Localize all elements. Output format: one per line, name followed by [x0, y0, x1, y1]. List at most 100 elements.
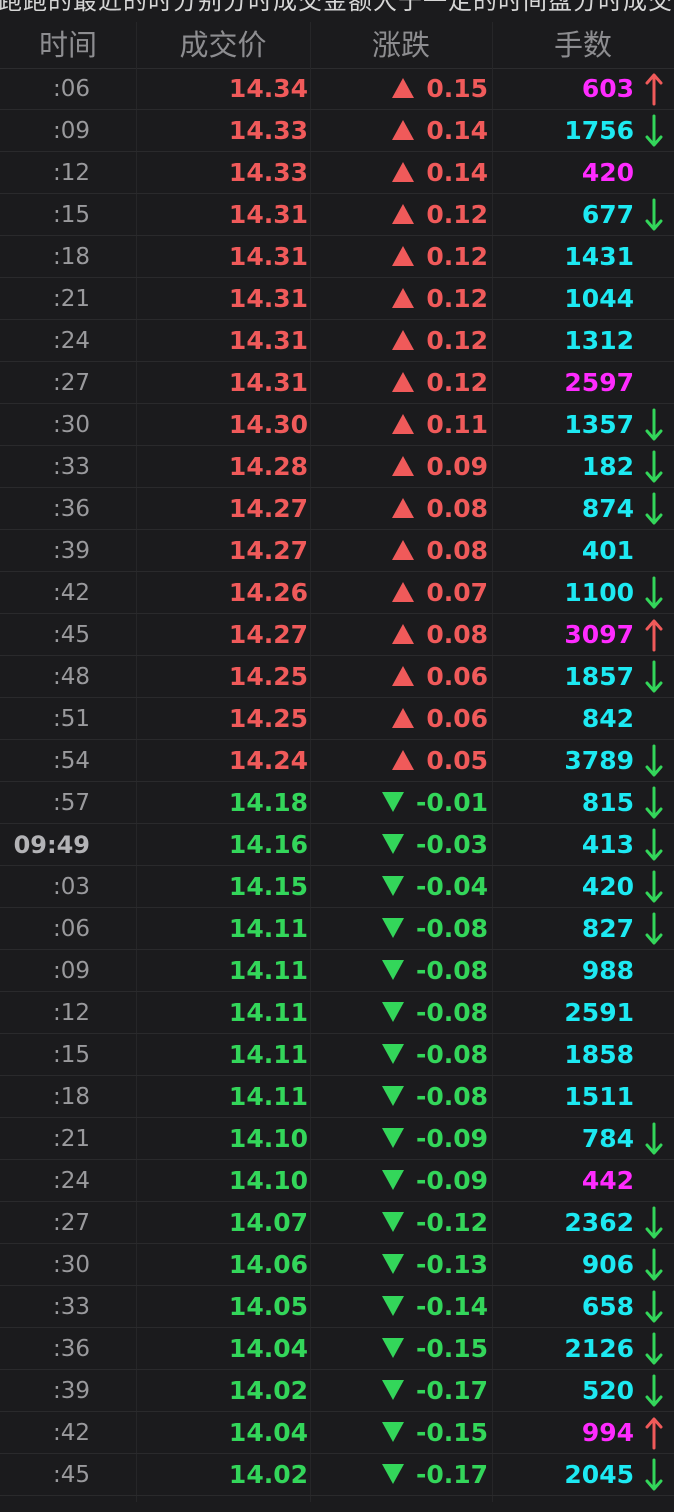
- table-row[interactable]: :21 14.10 -0.09 784: [0, 1118, 674, 1160]
- trade-time: :03: [52, 874, 90, 900]
- direction-arrow-slot: [640, 152, 668, 194]
- trade-price: 14.33: [228, 158, 308, 187]
- direction-arrow-slot: [640, 1454, 668, 1496]
- direction-arrow-slot: [640, 656, 668, 698]
- trade-volume: 677: [581, 200, 634, 229]
- arrow-down-icon: [645, 198, 663, 231]
- triangle-down-icon: [381, 1044, 404, 1064]
- table-row[interactable]: :36 14.04 -0.15 2126: [0, 1328, 674, 1370]
- trade-price: 14.31: [228, 368, 308, 397]
- trade-volume: 1431: [564, 242, 634, 271]
- trade-price: 14.34: [228, 74, 308, 103]
- table-row[interactable]: :24 14.10 -0.09 442: [0, 1160, 674, 1202]
- trade-volume: 1756: [564, 116, 634, 145]
- table-row[interactable]: :36 14.27 0.08 874: [0, 488, 674, 530]
- triangle-up-icon: [392, 582, 415, 602]
- table-row[interactable]: :54 14.24 0.05 3789: [0, 740, 674, 782]
- table-row[interactable]: :48 14.25 0.06 1857: [0, 656, 674, 698]
- trade-change-value: -0.15: [415, 1334, 488, 1363]
- trade-volume: 784: [581, 1124, 634, 1153]
- arrow-down-icon: [645, 576, 663, 609]
- trade-change-value: -0.12: [415, 1208, 488, 1237]
- trade-price: 14.30: [228, 410, 308, 439]
- top-cut-text-content: 跑跑的最近的时分别分时成交金额大于一定的时间盘分时成交: [0, 0, 673, 15]
- trade-volume: 3789: [564, 746, 634, 775]
- trade-volume: 815: [581, 788, 634, 817]
- table-row[interactable]: :39 14.27 0.08 401: [0, 530, 674, 572]
- table-row[interactable]: :45 14.02 -0.17 2045: [0, 1454, 674, 1496]
- trade-time: :18: [52, 244, 90, 270]
- table-row[interactable]: :12 14.11 -0.08 2591: [0, 992, 674, 1034]
- trade-price: 14.27: [228, 536, 308, 565]
- trade-volume: 420: [581, 158, 634, 187]
- table-row[interactable]: :51 14.25 0.06 842: [0, 698, 674, 740]
- arrow-up-icon: [645, 73, 663, 106]
- trade-volume: 182: [581, 452, 634, 481]
- trade-volume: 1312: [564, 326, 634, 355]
- table-row[interactable]: :18 14.11 -0.08 1511: [0, 1076, 674, 1118]
- table-row[interactable]: :27 14.31 0.12 2597: [0, 362, 674, 404]
- trade-change-value: 0.14: [426, 158, 488, 187]
- trade-change-value: 0.12: [426, 242, 488, 271]
- table-row[interactable]: :06 14.34 0.15 603: [0, 68, 674, 110]
- table-row[interactable]: 09:49 14.16 -0.03 413: [0, 824, 674, 866]
- triangle-down-icon: [381, 1002, 404, 1022]
- table-row[interactable]: :18 14.31 0.12 1431: [0, 236, 674, 278]
- table-row[interactable]: :24 14.31 0.12 1312: [0, 320, 674, 362]
- trade-price: 14.31: [228, 200, 308, 229]
- table-row[interactable]: :09 14.33 0.14 1756: [0, 110, 674, 152]
- table-row[interactable]: :21 14.31 0.12 1044: [0, 278, 674, 320]
- trade-change-value: -0.09: [415, 1124, 488, 1153]
- table-row[interactable]: :30 14.30 0.11 1357: [0, 404, 674, 446]
- trade-list[interactable]: :06 14.34 0.15 603:09 14.33 0.14 1756:12 14.33 0…: [0, 68, 674, 1496]
- table-row[interactable]: :33 14.05 -0.14 658: [0, 1286, 674, 1328]
- trade-volume: 994: [581, 1418, 634, 1447]
- triangle-down-icon: [381, 1422, 404, 1442]
- table-row[interactable]: :30 14.06 -0.13 906: [0, 1244, 674, 1286]
- trade-time: :21: [52, 286, 90, 312]
- direction-arrow-slot: [640, 68, 668, 110]
- trade-time: :39: [52, 538, 90, 564]
- direction-arrow-slot: [640, 404, 668, 446]
- table-row[interactable]: :15 14.11 -0.08 1858: [0, 1034, 674, 1076]
- table-row[interactable]: :27 14.07 -0.12 2362: [0, 1202, 674, 1244]
- arrow-down-icon: [645, 912, 663, 945]
- table-row[interactable]: :39 14.02 -0.17 520: [0, 1370, 674, 1412]
- direction-arrow-slot: [640, 614, 668, 656]
- table-row[interactable]: :03 14.15 -0.04 420: [0, 866, 674, 908]
- triangle-up-icon: [392, 456, 415, 476]
- triangle-up-icon: [392, 540, 415, 560]
- trade-change-value: -0.09: [415, 1166, 488, 1195]
- triangle-down-icon: [381, 1086, 404, 1106]
- table-row[interactable]: :42 14.04 -0.15 994: [0, 1412, 674, 1454]
- triangle-up-icon: [392, 498, 415, 518]
- table-row[interactable]: :45 14.27 0.08 3097: [0, 614, 674, 656]
- triangle-up-icon: [392, 666, 415, 686]
- direction-arrow-slot: [640, 950, 668, 992]
- trade-time: :42: [52, 1420, 90, 1446]
- table-row[interactable]: :15 14.31 0.12 677: [0, 194, 674, 236]
- trade-change-value: -0.03: [415, 830, 488, 859]
- table-row[interactable]: :12 14.33 0.14 420: [0, 152, 674, 194]
- trade-change: 0.15: [312, 68, 488, 110]
- trade-price: 14.07: [228, 1208, 308, 1237]
- trade-time: :45: [52, 622, 90, 648]
- trade-volume: 2045: [564, 1460, 634, 1489]
- triangle-up-icon: [392, 624, 415, 644]
- trade-volume: 2126: [564, 1334, 634, 1363]
- direction-arrow-slot: [640, 236, 668, 278]
- trade-change-value: 0.12: [426, 284, 488, 313]
- arrow-down-icon: [645, 450, 663, 483]
- trade-change: 0.11: [312, 404, 488, 446]
- direction-arrow-slot: [640, 866, 668, 908]
- table-row[interactable]: :33 14.28 0.09 182: [0, 446, 674, 488]
- trade-change: -0.12: [312, 1202, 488, 1244]
- table-row[interactable]: :06 14.11 -0.08 827: [0, 908, 674, 950]
- trade-change-value: -0.08: [415, 956, 488, 985]
- table-row[interactable]: :42 14.26 0.07 1100: [0, 572, 674, 614]
- triangle-down-icon: [381, 1254, 404, 1274]
- trade-time: :30: [52, 1252, 90, 1278]
- table-row[interactable]: :57 14.18 -0.01 815: [0, 782, 674, 824]
- table-row[interactable]: :09 14.11 -0.08 988: [0, 950, 674, 992]
- trade-change: 0.07: [312, 572, 488, 614]
